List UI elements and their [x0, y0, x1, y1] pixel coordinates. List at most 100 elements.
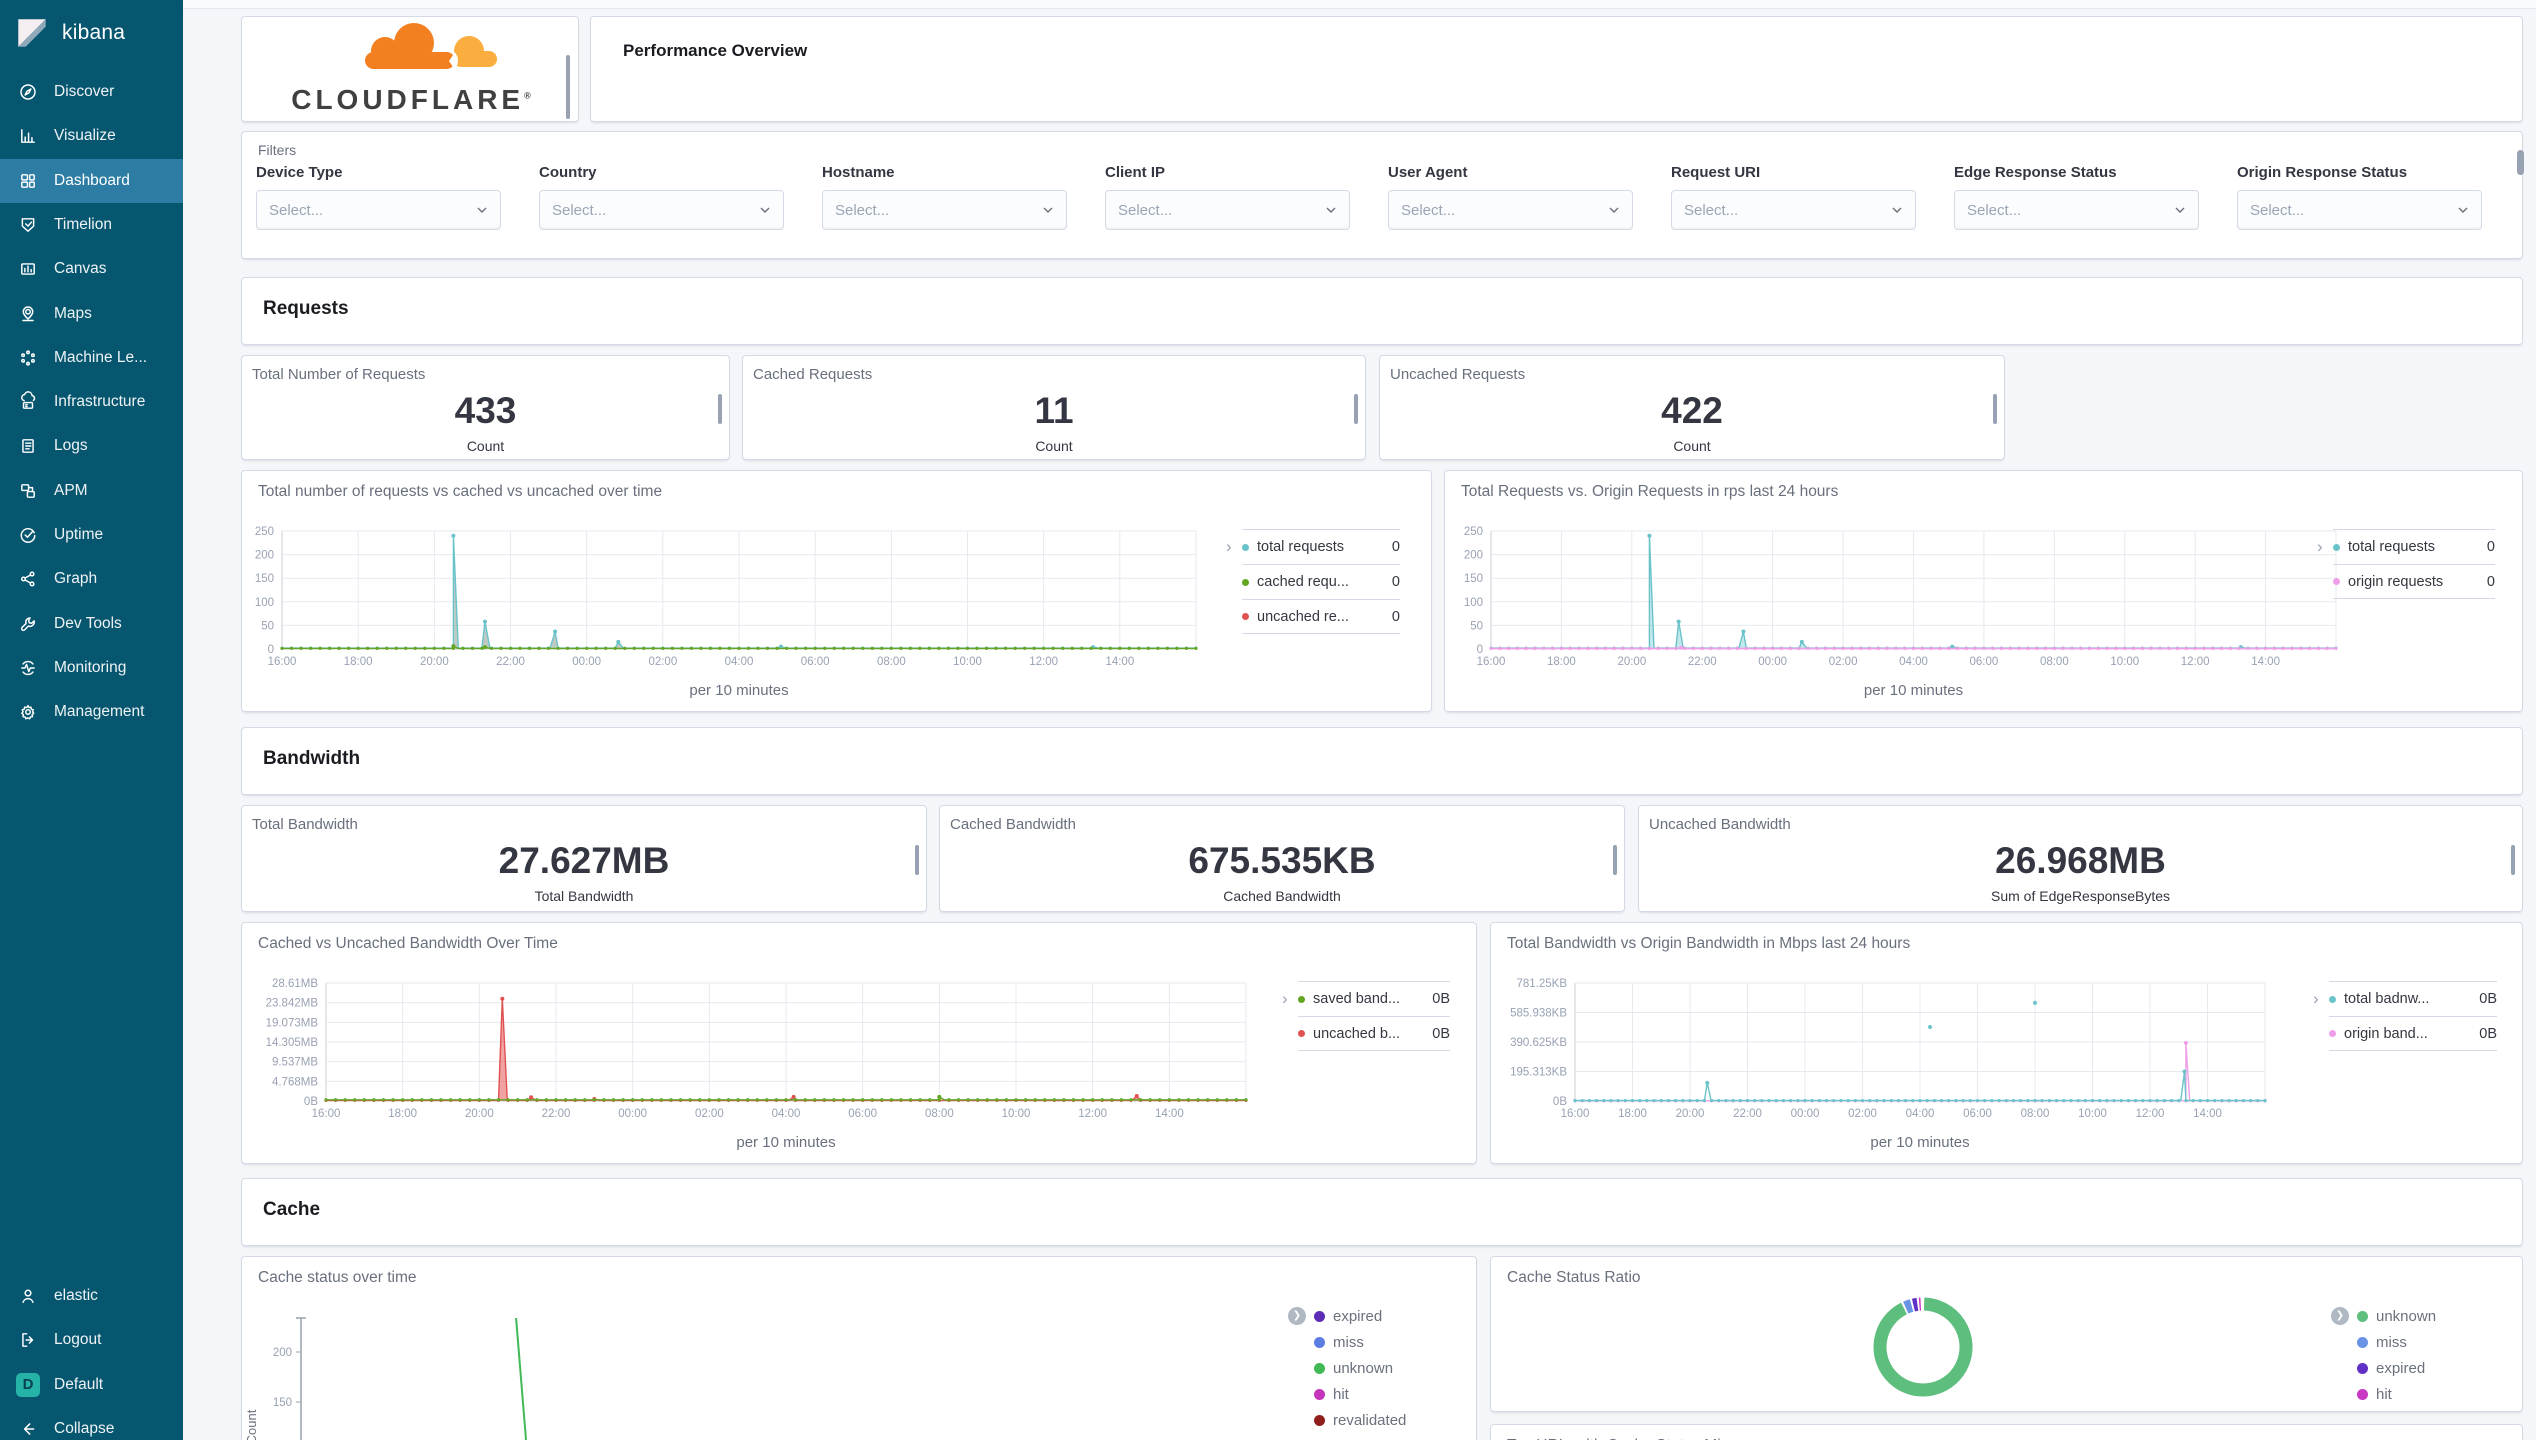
svg-text:per 10 minutes: per 10 minutes — [689, 682, 788, 699]
machine-learning-icon — [19, 349, 37, 367]
chart-legend: saved band... 0B uncached b... 0B — [1298, 981, 1450, 1051]
sidebar-item-visualize[interactable]: Visualize — [0, 114, 183, 158]
legend-expand-icon[interactable]: › — [1282, 989, 1288, 1009]
sidebar-item-elastic[interactable]: elastic — [0, 1274, 183, 1318]
cache-status-over-time-panel: Cache status over time 200 150 Count ❯ expire… — [241, 1256, 1477, 1440]
panel-resize-handle[interactable] — [718, 393, 722, 424]
filter-placeholder: Select... — [1684, 201, 1739, 219]
sidebar-item-graph[interactable]: Graph — [0, 557, 183, 601]
filter-select-country[interactable]: Select... — [539, 190, 784, 230]
legend-item-expired[interactable]: expired — [2357, 1355, 2487, 1381]
filter-label-country: Country — [539, 164, 597, 181]
discover-icon — [19, 83, 37, 101]
sidebar-item-label: Management — [54, 703, 145, 721]
panel-resize-handle[interactable] — [1354, 393, 1358, 424]
svg-text:20:00: 20:00 — [1676, 1108, 1705, 1120]
sidebar-item-dev-tools[interactable]: Dev Tools — [0, 602, 183, 646]
panel-resize-handle[interactable] — [2511, 844, 2515, 875]
legend-expand-icon[interactable]: ❯ — [2331, 1307, 2349, 1325]
sidebar-item-machine-le[interactable]: Machine Le... — [0, 336, 183, 380]
legend-expand-icon[interactable]: › — [1226, 537, 1232, 557]
sidebar-item-logs[interactable]: Logs — [0, 424, 183, 468]
legend-item-uncached-re[interactable]: uncached re... 0 — [1242, 599, 1400, 634]
sidebar-item-management[interactable]: Management — [0, 690, 183, 734]
legend-item-value: 0B — [2479, 1025, 2497, 1042]
legend-item-label: hit — [1333, 1385, 1349, 1403]
legend-item-miss[interactable]: miss — [1314, 1329, 1454, 1355]
legend-expand-icon[interactable]: › — [2317, 537, 2323, 557]
filter-select-edge-response-status[interactable]: Select... — [1954, 190, 2199, 230]
kibana-logo[interactable]: kibana — [0, 0, 183, 66]
filter-label-user-agent: User Agent — [1388, 164, 1468, 181]
legend-dot — [2329, 1030, 2336, 1037]
filter-select-client-ip[interactable]: Select... — [1105, 190, 1350, 230]
sidebar-item-apm[interactable]: APM — [0, 469, 183, 513]
svg-text:100: 100 — [255, 597, 274, 609]
sidebar-item-canvas[interactable]: Canvas — [0, 247, 183, 291]
legend-item-cached-requ[interactable]: cached requ... 0 — [1242, 564, 1400, 599]
legend-item-uncached-b[interactable]: uncached b... 0B — [1298, 1016, 1450, 1051]
legend-item-label: hit — [2376, 1385, 2392, 1403]
svg-text:12:00: 12:00 — [2136, 1108, 2165, 1120]
filter-select-user-agent[interactable]: Select... — [1388, 190, 1633, 230]
legend-item-total-badnw[interactable]: total badnw... 0B — [2329, 981, 2497, 1016]
sidebar-item-label: APM — [54, 481, 88, 499]
sidebar-item-timelion[interactable]: Timelion — [0, 203, 183, 247]
dev-tools-icon — [19, 615, 37, 633]
svg-text:12:00: 12:00 — [1029, 656, 1058, 668]
legend-dot — [2357, 1336, 2368, 1348]
legend-item-origin-band[interactable]: origin band... 0B — [2329, 1016, 2497, 1051]
panel-resize-handle[interactable] — [566, 55, 570, 119]
svg-text:9.537MB: 9.537MB — [272, 1057, 318, 1069]
sidebar-item-uptime[interactable]: Uptime — [0, 513, 183, 557]
legend-item-revalidated[interactable]: revalidated — [1314, 1407, 1454, 1433]
legend-item-unknown[interactable]: unknown — [2357, 1303, 2487, 1329]
filter-placeholder: Select... — [1967, 201, 2022, 219]
legend-item-total-requests[interactable]: total requests 0 — [2333, 529, 2495, 564]
legend-dot — [1298, 995, 1305, 1003]
legend-item-hit[interactable]: hit — [1314, 1381, 1454, 1407]
sidebar-item-monitoring[interactable]: Monitoring — [0, 646, 183, 690]
sidebar-item-default[interactable]: D Default — [0, 1363, 183, 1407]
sidebar-item-maps[interactable]: Maps — [0, 292, 183, 336]
metric-card-title: Cached Bandwidth — [950, 816, 1076, 833]
svg-text:14:00: 14:00 — [1155, 1108, 1184, 1120]
filter-select-device-type[interactable]: Select... — [256, 190, 501, 230]
legend-item-miss[interactable]: miss — [2357, 1329, 2487, 1355]
logout-icon — [19, 1331, 37, 1349]
legend-item-unknown[interactable]: unknown — [1314, 1355, 1454, 1381]
cache-status-legend: expired miss unknown hit revalidated — [1314, 1303, 1454, 1433]
svg-text:22:00: 22:00 — [542, 1108, 571, 1120]
filter-group-device-type: Device Type Select... — [256, 164, 501, 230]
svg-text:06:00: 06:00 — [1970, 656, 1999, 668]
user-icon — [19, 1287, 37, 1305]
legend-expand-icon[interactable]: ❯ — [1288, 1307, 1306, 1325]
panel-resize-handle[interactable] — [1613, 844, 1617, 875]
legend-item-origin-requests[interactable]: origin requests 0 — [2333, 564, 2495, 599]
panel-resize-handle[interactable] — [915, 844, 919, 875]
panel-resize-handle[interactable] — [1993, 393, 1997, 424]
legend-dot — [1242, 543, 1249, 551]
sidebar-item-collapse[interactable]: Collapse — [0, 1407, 183, 1440]
legend-item-hit[interactable]: hit — [2357, 1381, 2487, 1407]
svg-text:250: 250 — [1464, 526, 1483, 538]
sidebar-item-label: elastic — [54, 1287, 98, 1304]
sidebar-item-discover[interactable]: Discover — [0, 70, 183, 114]
legend-item-total-requests[interactable]: total requests 0 — [1242, 529, 1400, 564]
filter-select-hostname[interactable]: Select... — [822, 190, 1067, 230]
sidebar-item-dashboard[interactable]: Dashboard — [0, 158, 183, 203]
legend-item-saved-band[interactable]: saved band... 0B — [1298, 981, 1450, 1016]
sidebar-item-logout[interactable]: Logout — [0, 1318, 183, 1362]
legend-item-expired[interactable]: expired — [1314, 1303, 1454, 1329]
svg-text:10:00: 10:00 — [2078, 1108, 2107, 1120]
filter-select-origin-response-status[interactable]: Select... — [2237, 190, 2482, 230]
svg-text:0B: 0B — [1553, 1096, 1567, 1108]
filter-select-request-uri[interactable]: Select... — [1671, 190, 1916, 230]
sidebar-item-infrastructure[interactable]: Infrastructure — [0, 380, 183, 424]
svg-text:150: 150 — [1464, 573, 1483, 585]
legend-expand-icon[interactable]: › — [2313, 989, 2319, 1009]
bandwidth-over-time-chart-panel: Cached vs Uncached Bandwidth Over Time 0B… — [241, 922, 1477, 1164]
svg-text:150: 150 — [255, 573, 274, 585]
svg-text:22:00: 22:00 — [1733, 1108, 1762, 1120]
page-scrollbar-thumb[interactable] — [2517, 150, 2524, 175]
